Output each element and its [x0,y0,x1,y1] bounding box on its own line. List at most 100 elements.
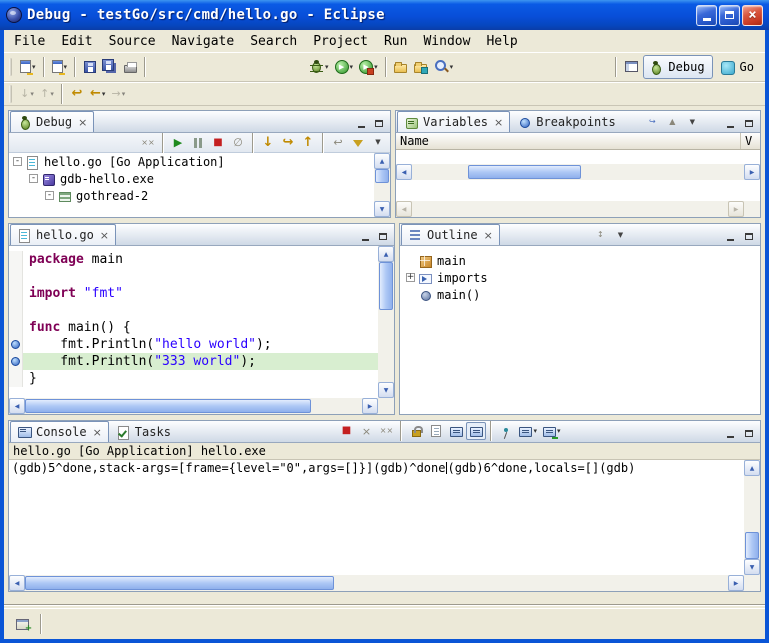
disconnect-button[interactable]: ∅ [228,134,248,152]
run-button[interactable]: ▶▾ [332,55,357,79]
view-menu-button[interactable]: ▼ [610,226,630,244]
scroll-left-button[interactable]: ◀ [396,201,412,217]
maximize-view-button[interactable] [741,116,757,130]
code-line[interactable]: fmt.Println("333 world"); [9,353,378,370]
collapse-icon[interactable]: - [45,191,54,200]
debug-tree-item[interactable]: -hello.go [Go Application] [9,153,374,170]
menu-help[interactable]: Help [478,31,525,52]
tab-console[interactable]: Console× [10,421,109,442]
dropdown-icon[interactable]: ▾ [32,63,36,71]
show-stdout-button[interactable] [446,422,466,440]
console-output[interactable]: (gdb)5^done,stack-args=[frame={level="0"… [9,460,744,575]
search-button[interactable]: ▾ [431,55,457,79]
display-selected-console-button[interactable]: ▾ [516,422,540,440]
toolbar-grip[interactable] [9,58,12,76]
new-wizard-button[interactable]: ▾ [17,55,39,79]
gutter-cell[interactable] [9,268,23,285]
scroll-right-button[interactable]: ▶ [728,201,744,217]
debug-button[interactable]: ▾ [306,55,332,79]
breakpoint-icon[interactable] [11,340,20,349]
tab-tasks[interactable]: Tasks [110,421,179,442]
print-button[interactable] [120,55,140,79]
menu-run[interactable]: Run [376,31,415,52]
scroll-right-button[interactable]: ▶ [728,575,744,591]
import-folder-button[interactable] [411,55,431,79]
gutter-cell[interactable] [9,336,23,353]
dropdown-icon[interactable]: ▾ [50,90,54,98]
code-line[interactable]: import "fmt" [9,285,378,302]
minimize-view-button[interactable] [357,229,373,243]
tab-close-icon[interactable]: × [93,427,102,438]
code-line[interactable]: fmt.Println("hello world"); [9,336,378,353]
scroll-left-button[interactable]: ◀ [9,398,25,414]
dropdown-icon[interactable]: ▾ [557,427,561,435]
tab-breakpoints[interactable]: Breakpoints [511,111,623,132]
scrollbar-track[interactable] [744,476,760,559]
open-perspective-button[interactable] [621,55,641,79]
tab-debug[interactable]: Debug× [10,111,94,132]
tab-hello-go[interactable]: hello.go× [10,224,116,245]
code-line[interactable]: } [9,370,378,387]
debug-tree-item[interactable]: -gdb-hello.exe [9,170,374,187]
code-line[interactable] [9,268,378,285]
scrollbar-track[interactable] [25,398,362,414]
save-button[interactable] [80,55,100,79]
minimize-button[interactable] [696,5,717,26]
maximize-view-button[interactable] [741,229,757,243]
perspective-debug[interactable]: Debug [643,55,712,79]
dropdown-icon[interactable]: ▾ [30,90,34,98]
code-line[interactable]: package main [9,251,378,268]
save-all-button[interactable] [100,55,120,79]
tab-close-icon[interactable]: × [494,117,503,128]
tab-variables[interactable]: Variables× [397,111,510,132]
dropdown-icon[interactable]: ▾ [374,63,378,71]
gutter-cell[interactable] [9,370,23,387]
show-stderr-button[interactable] [466,422,486,440]
pin-console-button[interactable] [496,422,516,440]
next-annotation-button[interactable]: ↓▾ [17,82,37,106]
code-line[interactable]: func main() { [9,319,378,336]
outline-item[interactable]: main() [400,286,760,303]
breakpoint-icon[interactable] [11,357,20,366]
scroll-lock-button[interactable] [406,422,426,440]
minimize-view-button[interactable] [723,229,739,243]
scrollbar-track[interactable] [378,262,394,382]
gutter-cell[interactable] [9,251,23,268]
resume-button[interactable]: ▶ [168,134,188,152]
maximize-view-button[interactable] [741,426,757,440]
editor-vertical-scrollbar[interactable]: ▲ ▼ [378,246,394,398]
outline-item[interactable]: +imports [400,269,760,286]
debug-vertical-scrollbar[interactable]: ▲ ▼ [374,153,390,217]
menu-window[interactable]: Window [415,31,478,52]
scroll-down-button[interactable]: ▼ [378,382,394,398]
menu-edit[interactable]: Edit [53,31,100,52]
view-menu-button[interactable]: ▼ [682,113,702,131]
menu-source[interactable]: Source [101,31,164,52]
previous-annotation-button[interactable]: ↑▾ [37,82,57,106]
scroll-up-button[interactable]: ▲ [374,153,390,169]
collapse-all-button[interactable]: ▲ [662,113,682,131]
close-button[interactable]: × [742,5,763,26]
dropdown-icon[interactable]: ▾ [325,63,329,71]
minimize-view-button[interactable] [353,116,369,130]
external-tools-button[interactable]: ▶▾ [356,55,381,79]
collapse-icon[interactable]: - [13,157,22,166]
menu-navigate[interactable]: Navigate [164,31,243,52]
terminate-console-button[interactable]: ■ [336,422,356,440]
gutter-cell[interactable] [9,353,23,370]
menu-search[interactable]: Search [242,31,305,52]
gutter-cell[interactable] [9,319,23,336]
variables-horizontal-scrollbar[interactable]: ◀ ▶ [396,164,760,180]
open-folder-button[interactable] [391,55,411,79]
scrollbar-thumb[interactable] [468,165,581,179]
menu-project[interactable]: Project [305,31,376,52]
editor-horizontal-scrollbar[interactable]: ◀ ▶ [9,398,378,414]
scrollbar-thumb[interactable] [379,262,393,310]
variables-detail-pane[interactable] [396,180,760,201]
scroll-down-button[interactable]: ▼ [374,201,390,217]
view-menu-button[interactable]: ▼ [368,134,388,152]
scrollbar-track[interactable] [25,575,728,591]
tab-close-icon[interactable]: × [78,117,87,128]
minimize-view-button[interactable] [723,426,739,440]
suspend-button[interactable] [188,134,208,152]
